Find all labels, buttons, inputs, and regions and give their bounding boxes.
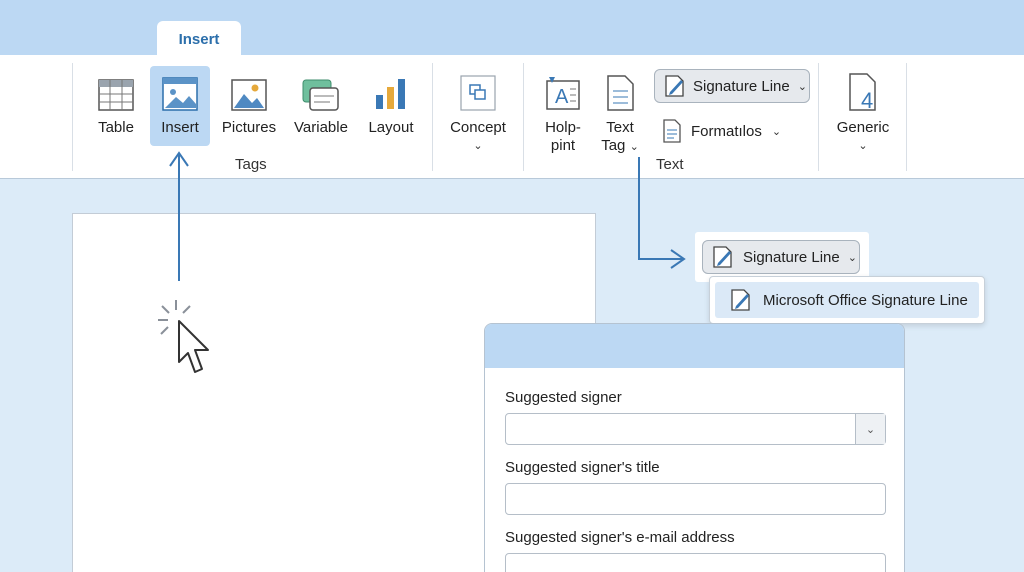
suggested-signer-title-label: Suggested signer's title: [505, 459, 660, 476]
chevron-down-icon: ⌄: [847, 251, 857, 264]
suggested-signer-title-input[interactable]: [505, 483, 886, 515]
suggested-signer-label: Suggested signer: [505, 389, 622, 406]
signature-pen-icon: [731, 289, 750, 311]
dialog-title-bar: [485, 324, 904, 368]
signature-line-dropdown-label: Signature Line: [743, 248, 840, 266]
signature-setup-dialog: Suggested signer ⌄ Suggested signer's ti…: [484, 323, 905, 572]
menu-item-microsoft-office-signature-line[interactable]: Microsoft Office Signature Line: [715, 282, 979, 318]
mouse-cursor-icon: [158, 300, 209, 373]
menu-item-label: Microsoft Office Signature Line: [763, 291, 968, 309]
suggested-signer-dropdown-button[interactable]: ⌄: [855, 414, 885, 444]
suggested-signer-combobox[interactable]: ⌄: [505, 413, 886, 445]
signature-menu: Microsoft Office Signature Line: [709, 276, 985, 324]
chevron-down-icon: ⌄: [865, 423, 876, 436]
signature-line-dropdown[interactable]: Signature Line ⌄: [702, 240, 860, 274]
suggested-signer-input[interactable]: [506, 414, 846, 444]
suggested-signer-email-input[interactable]: [505, 553, 886, 572]
signature-pen-icon: [713, 246, 732, 268]
suggested-signer-email-label: Suggested signer's e-mail address: [505, 529, 735, 546]
